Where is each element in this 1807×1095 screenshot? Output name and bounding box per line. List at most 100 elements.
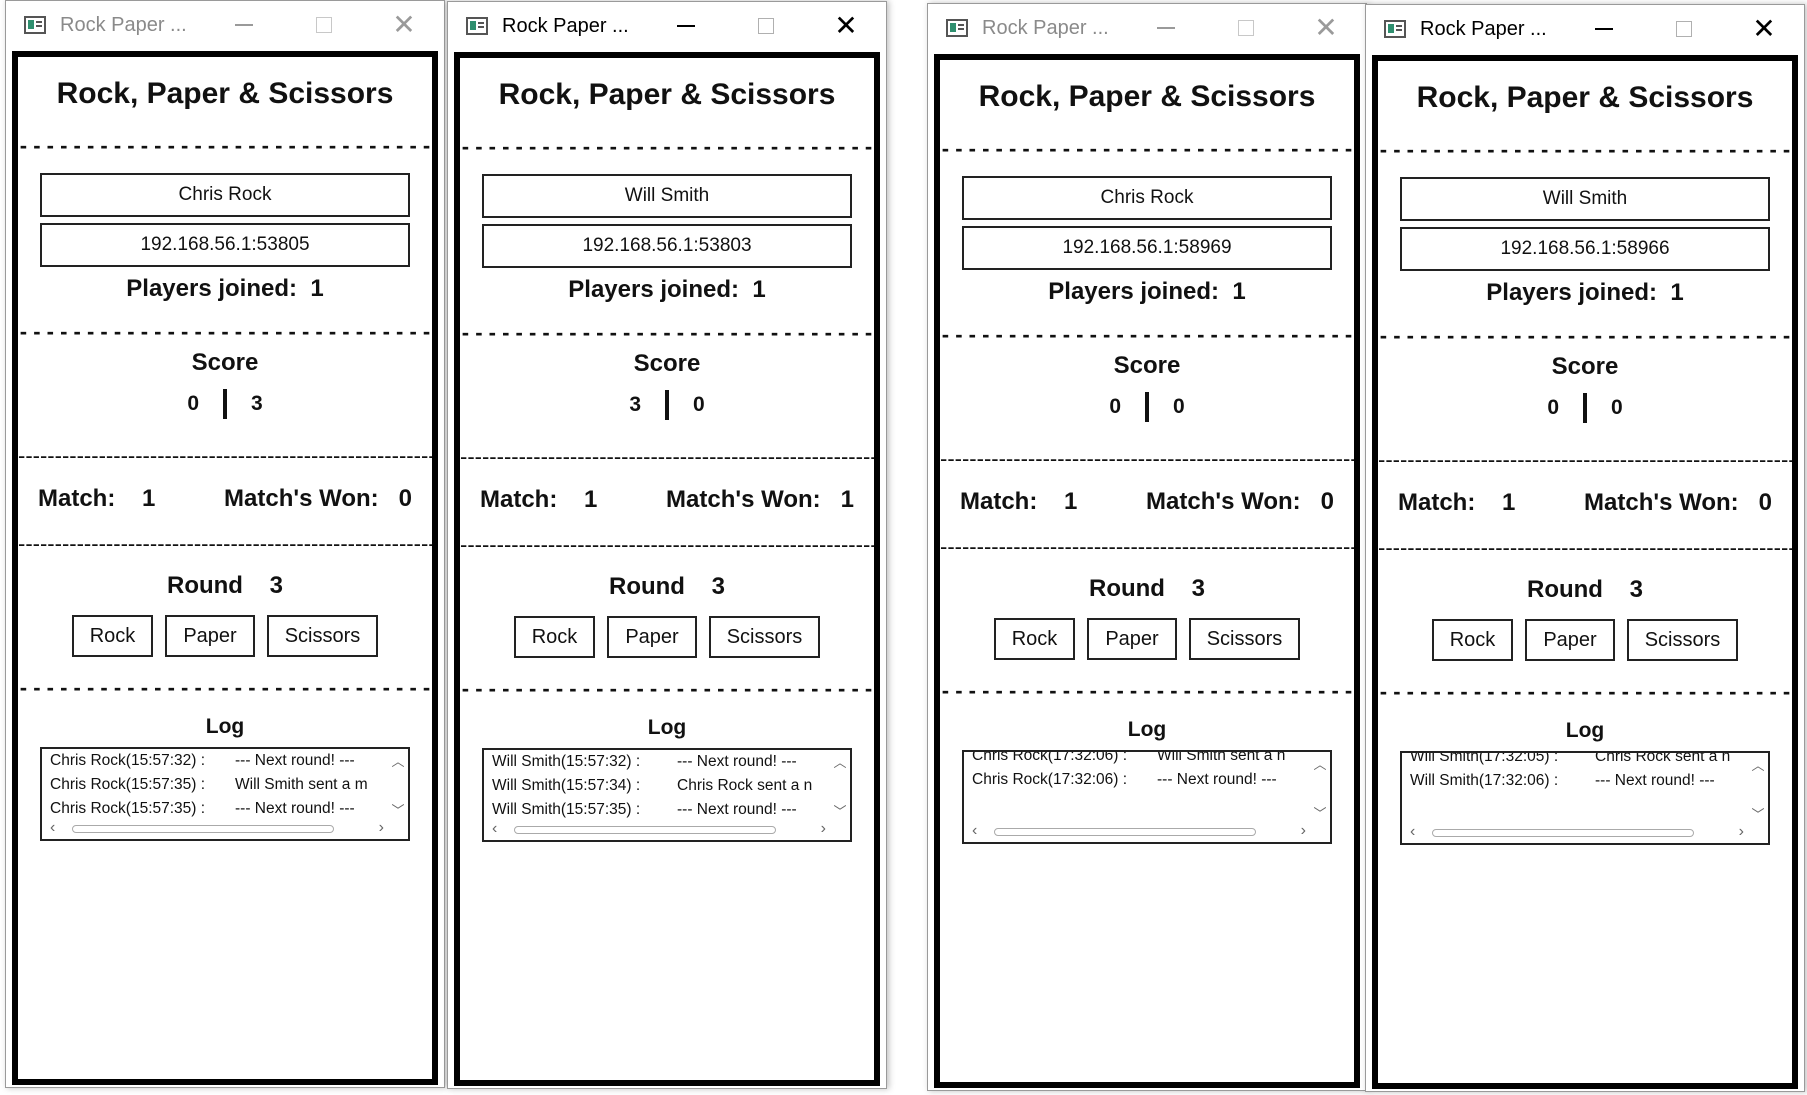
log-box[interactable]: Will Smith(17:32:05) : Chris Rock sent a … — [1400, 751, 1770, 845]
log-user: Will Smith(17:32:06) : — [1410, 772, 1559, 789]
rock-button[interactable]: Rock — [1431, 619, 1514, 661]
game-panel: Rock, Paper & Scissors - - - - - - - - -… — [454, 52, 880, 1086]
paper-button[interactable]: Paper — [607, 616, 697, 658]
maximize-icon — [758, 18, 774, 34]
matches-won-label: Match's Won: — [1146, 488, 1301, 515]
scroll-up-icon[interactable]: ︿ — [390, 751, 406, 770]
scroll-right-icon[interactable]: › — [1301, 822, 1306, 840]
scroll-right-icon[interactable]: › — [1739, 823, 1744, 841]
paper-button[interactable]: Paper — [1087, 618, 1177, 660]
log-user: Will Smith(15:57:35) : — [492, 801, 641, 818]
minimize-button[interactable] — [1564, 5, 1644, 53]
game-window-1[interactable]: Rock Paper ... ✕ Rock, Paper & Scissors … — [5, 0, 445, 1088]
address-field[interactable]: 192.168.56.1:53803 — [482, 224, 852, 268]
paper-button[interactable]: Paper — [165, 615, 255, 657]
player-name-field[interactable]: Chris Rock — [40, 173, 410, 217]
player-name-field[interactable]: Chris Rock — [962, 176, 1332, 220]
close-button[interactable]: ✕ — [364, 1, 444, 49]
matches-won-group: Match's Won: 1 — [666, 486, 854, 514]
log-user: Will Smith(15:57:34) : — [492, 777, 641, 794]
scissors-button[interactable]: Scissors — [266, 615, 379, 657]
scissors-button[interactable]: Scissors — [1626, 619, 1739, 661]
score-left: 0 — [1109, 395, 1121, 418]
scroll-down-icon[interactable]: ﹀ — [1312, 803, 1328, 822]
score-separator — [223, 389, 227, 419]
log-box[interactable]: Will Smith(15:57:32) : --- Next round! --… — [482, 748, 852, 842]
log-label: Log — [1127, 718, 1167, 741]
scroll-down-icon[interactable]: ﹀ — [1750, 804, 1766, 823]
game-panel: Rock, Paper & Scissors - - - - - - - - -… — [1372, 55, 1798, 1089]
vertical-scrollbar[interactable]: ︿ ﹀ — [1750, 755, 1766, 823]
scroll-thumb[interactable] — [994, 828, 1256, 836]
log-message: --- Next round! --- — [1157, 771, 1277, 788]
scroll-left-icon[interactable]: ‹ — [50, 819, 55, 837]
horizontal-scrollbar[interactable]: ‹ › — [44, 819, 406, 837]
scroll-left-icon[interactable]: ‹ — [492, 820, 497, 838]
close-button[interactable]: ✕ — [1286, 4, 1366, 52]
paper-button[interactable]: Paper — [1525, 619, 1615, 661]
scroll-thumb[interactable] — [514, 826, 776, 834]
match-info: Match: 1 Match's Won: 0 — [940, 488, 1354, 516]
matches-won-group: Match's Won: 0 — [224, 485, 412, 513]
players-joined: Players joined: 1 — [18, 275, 432, 303]
game-window-2[interactable]: Rock Paper ... ✕ Rock, Paper & Scissors … — [447, 1, 887, 1089]
maximize-button[interactable] — [1206, 4, 1286, 52]
vertical-scrollbar[interactable]: ︿ ﹀ — [832, 752, 848, 820]
log-user: Chris Rock(15:57:35) : — [50, 800, 206, 817]
minimize-button[interactable] — [204, 1, 284, 49]
round-value: 3 — [711, 573, 725, 600]
log-box[interactable]: Chris Rock(17:32:06) : Will Smith sent a … — [962, 750, 1332, 844]
scroll-left-icon[interactable]: ‹ — [1410, 823, 1415, 841]
scroll-up-icon[interactable]: ︿ — [832, 752, 848, 771]
title-bar[interactable]: Rock Paper ... ✕ — [448, 2, 886, 50]
horizontal-scrollbar[interactable]: ‹ › — [486, 820, 848, 838]
title-bar[interactable]: Rock Paper ... ✕ — [928, 4, 1366, 52]
address-field[interactable]: 192.168.56.1:58969 — [962, 226, 1332, 270]
scroll-thumb[interactable] — [1432, 829, 1694, 837]
maximize-icon — [1238, 20, 1254, 36]
scissors-button[interactable]: Scissors — [1188, 618, 1301, 660]
scissors-button[interactable]: Scissors — [708, 616, 821, 658]
log-label: Log — [205, 715, 245, 738]
score-separator — [1145, 392, 1149, 422]
scroll-up-icon[interactable]: ︿ — [1750, 755, 1766, 774]
game-window-3[interactable]: Rock Paper ... ✕ Rock, Paper & Scissors … — [927, 3, 1367, 1091]
rock-button[interactable]: Rock — [71, 615, 154, 657]
minimize-button[interactable] — [646, 2, 726, 50]
rock-button[interactable]: Rock — [513, 616, 596, 658]
player-name-field[interactable]: Will Smith — [1400, 177, 1770, 221]
address-field[interactable]: 192.168.56.1:58966 — [1400, 227, 1770, 271]
horizontal-scrollbar[interactable]: ‹ › — [966, 822, 1328, 840]
vertical-scrollbar[interactable]: ︿ ﹀ — [390, 751, 406, 819]
scroll-left-icon[interactable]: ‹ — [972, 822, 977, 840]
maximize-button[interactable] — [726, 2, 806, 50]
vertical-scrollbar[interactable]: ︿ ﹀ — [1312, 754, 1328, 822]
player-name-field[interactable]: Will Smith — [482, 174, 852, 218]
scroll-up-icon[interactable]: ︿ — [1312, 754, 1328, 773]
divider: - - - - - - - - - - - - - - - - - - - - … — [1379, 681, 1791, 703]
maximize-button[interactable] — [284, 1, 364, 49]
log-user: Will Smith(15:57:32) : — [492, 753, 641, 770]
scroll-down-icon[interactable]: ﹀ — [390, 800, 406, 819]
log-entry: Will Smith(17:32:05) : Chris Rock sent a … — [1410, 753, 1746, 769]
log-box[interactable]: Chris Rock(15:57:32) : --- Next round! --… — [40, 747, 410, 841]
match-value: 1 — [1502, 489, 1516, 516]
horizontal-scrollbar[interactable]: ‹ › — [1404, 823, 1766, 841]
maximize-button[interactable] — [1644, 5, 1724, 53]
title-bar[interactable]: Rock Paper ... ✕ — [6, 1, 444, 49]
title-bar[interactable]: Rock Paper ... ✕ — [1366, 5, 1804, 53]
scroll-down-icon[interactable]: ﹀ — [832, 801, 848, 820]
rock-button[interactable]: Rock — [993, 618, 1076, 660]
address-field[interactable]: 192.168.56.1:53805 — [40, 223, 410, 267]
minimize-button[interactable] — [1126, 4, 1206, 52]
scroll-right-icon[interactable]: › — [379, 819, 384, 837]
scroll-right-icon[interactable]: › — [821, 820, 826, 838]
matches-won-label: Match's Won: — [666, 486, 821, 513]
scroll-thumb[interactable] — [72, 825, 334, 833]
game-window-4[interactable]: Rock Paper ... ✕ Rock, Paper & Scissors … — [1365, 4, 1805, 1092]
round-label: Round — [1526, 576, 1603, 603]
window-title: Rock Paper ... — [982, 16, 1109, 39]
close-button[interactable]: ✕ — [806, 2, 886, 50]
close-button[interactable]: ✕ — [1724, 5, 1804, 53]
log-label: Log — [1565, 719, 1605, 742]
